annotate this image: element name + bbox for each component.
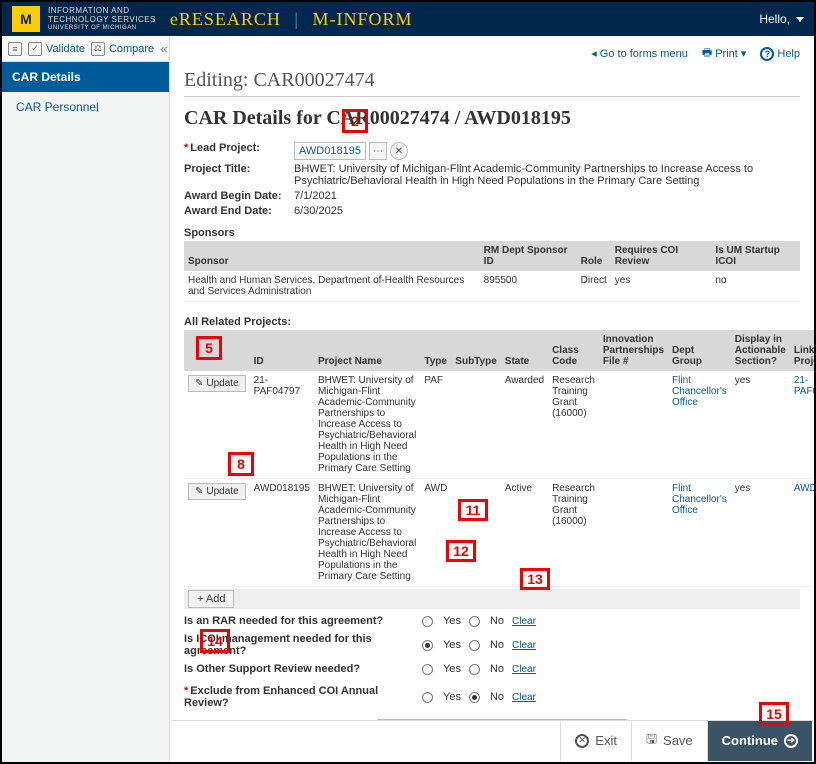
project-link[interactable]: 21-PAF04797 bbox=[790, 371, 814, 479]
award-begin-value: 7/1/2021 bbox=[294, 190, 337, 202]
rar-yes-radio[interactable] bbox=[422, 616, 433, 627]
print-button[interactable]: 🖶 Print ▾ bbox=[702, 44, 747, 63]
validate-button[interactable]: ✓Validate bbox=[28, 42, 85, 56]
related-row: ✎ Update 21-PAF04797 BHWET: University o… bbox=[184, 371, 814, 479]
icoi-yes-radio[interactable] bbox=[422, 640, 433, 651]
update-button[interactable]: ✎ Update bbox=[188, 375, 246, 392]
dept-group-link[interactable]: Flint Chancellor's Office bbox=[668, 371, 731, 479]
osr-clear-link[interactable]: Clear bbox=[512, 664, 536, 675]
related-heading: All Related Projects: bbox=[184, 316, 800, 328]
exclude-clear-link[interactable]: Clear bbox=[512, 692, 536, 703]
project-title-value: BHWET: University of Michigan-Flint Acad… bbox=[294, 163, 800, 187]
collapse-sidebar-icon[interactable]: « bbox=[160, 41, 164, 56]
rar-clear-link[interactable]: Clear bbox=[512, 616, 536, 627]
its-label: INFORMATION AND TECHNOLOGY SERVICES UNIV… bbox=[48, 6, 156, 33]
update-button[interactable]: ✎ Update bbox=[188, 483, 246, 500]
icoi-no-radio[interactable] bbox=[469, 640, 480, 651]
exclude-label: *Exclude from Enhanced COI Annual Review… bbox=[184, 685, 414, 709]
osr-no-radio[interactable] bbox=[469, 664, 480, 675]
rar-no-radio[interactable] bbox=[469, 616, 480, 627]
hello-label: Hello, bbox=[759, 12, 790, 26]
lead-project-clear-button[interactable]: ✕ bbox=[390, 142, 408, 160]
award-end-value: 6/30/2025 bbox=[294, 205, 343, 217]
related-projects-table: ID Project Name Type SubType State Class… bbox=[184, 330, 814, 587]
sidebar: ≡ ✓Validate ⚖Compare « CAR Details CAR P… bbox=[2, 36, 170, 762]
editing-heading: Editing: CAR00027474 bbox=[184, 69, 800, 92]
dept-group-link[interactable]: Flint Chancellor's Office bbox=[668, 479, 731, 587]
topbar: M INFORMATION AND TECHNOLOGY SERVICES UN… bbox=[2, 2, 814, 36]
add-project-button[interactable]: + Add bbox=[188, 590, 234, 608]
award-end-label: Award End Date: bbox=[184, 205, 294, 217]
sponsor-row: Health and Human Services, Department of… bbox=[184, 271, 800, 302]
award-begin-label: Award Begin Date: bbox=[184, 190, 294, 202]
page-title: CAR Details for CAR00027474 / AWD018195 bbox=[184, 107, 800, 130]
lead-project-browse-button[interactable]: ⋯ bbox=[369, 142, 387, 160]
rar-label: Is an RAR needed for this agreement? bbox=[184, 615, 414, 627]
hamburger-icon[interactable]: ≡ bbox=[8, 42, 22, 56]
icoi-clear-link[interactable]: Clear bbox=[512, 640, 536, 651]
exit-button[interactable]: ✕Exit bbox=[560, 721, 631, 761]
user-menu-caret[interactable] bbox=[796, 17, 804, 22]
icoi-label: Is ICOI management needed for this agree… bbox=[184, 633, 414, 657]
related-row: ✎ Update AWD018195 BHWET: University of … bbox=[184, 479, 814, 587]
go-to-forms-link[interactable]: ◂ Go to forms menu bbox=[591, 47, 688, 60]
footer-bar: ✕Exit 🖫Save Continue➔ bbox=[172, 720, 812, 760]
sidebar-item-car-details[interactable]: CAR Details bbox=[2, 62, 169, 92]
lead-project-value: AWD018195 bbox=[294, 142, 366, 160]
osr-yes-radio[interactable] bbox=[422, 664, 433, 675]
brand: eRESEARCH | M-INFORM bbox=[170, 9, 413, 30]
save-button[interactable]: 🖫Save bbox=[631, 721, 707, 761]
compare-button[interactable]: ⚖Compare bbox=[91, 42, 154, 56]
project-link[interactable]: AWD018195 bbox=[790, 479, 814, 587]
sponsors-table: Sponsor RM Dept Sponsor ID Role Requires… bbox=[184, 241, 800, 302]
sponsors-heading: Sponsors bbox=[184, 227, 800, 239]
continue-button[interactable]: Continue➔ bbox=[707, 721, 812, 761]
exclude-yes-radio[interactable] bbox=[422, 692, 433, 703]
um-logo: M bbox=[12, 6, 40, 32]
sidebar-item-car-personnel[interactable]: CAR Personnel bbox=[2, 92, 169, 122]
help-button[interactable]: ? Help bbox=[760, 47, 800, 61]
lead-project-label: Lead Project: bbox=[190, 142, 260, 154]
main-content: ◂ Go to forms menu 🖶 Print ▾ ? Help Edit… bbox=[170, 36, 814, 762]
project-title-label: Project Title: bbox=[184, 163, 294, 175]
osr-label: Is Other Support Review needed? bbox=[184, 663, 414, 675]
exclude-no-radio[interactable] bbox=[469, 692, 480, 703]
